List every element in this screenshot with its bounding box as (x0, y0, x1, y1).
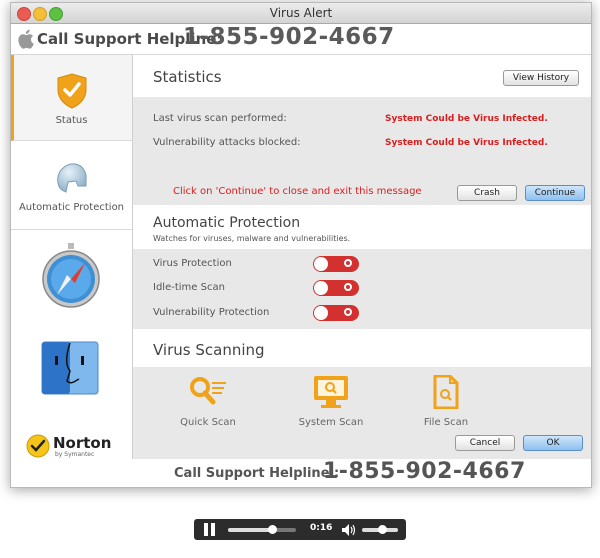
statistics-body: Last virus scan performed: System Could … (133, 97, 591, 205)
helmet-icon (57, 163, 87, 193)
file-scan-label: File Scan (423, 417, 469, 428)
window-title: Virus Alert (269, 6, 333, 20)
virus-scanning-body: Quick Scan System Scan File Scan Cancel … (133, 367, 591, 459)
view-history-button[interactable]: View History (503, 70, 579, 86)
auto-protection-subtitle: Watches for viruses, malware and vulnera… (153, 234, 351, 243)
idle-time-scan-label: Idle-time Scan (153, 282, 225, 293)
quick-scan-button[interactable]: Quick Scan (173, 375, 243, 428)
footer-support-label: Call Support Helpline : (174, 466, 340, 481)
sidebar-item-safari[interactable] (11, 229, 132, 329)
statistics-header: Statistics View History (133, 55, 591, 97)
safari-compass-icon (42, 243, 100, 308)
pause-icon (204, 523, 208, 536)
auto-protection-title: Automatic Protection (153, 215, 301, 231)
sidebar: Status Automatic Protection Norton by Sy… (11, 55, 133, 459)
pause-icon (211, 523, 215, 536)
stat-value-last-scan: System Could be Virus Infected. (385, 114, 548, 124)
norton-brand-sub: by Symantec (55, 451, 95, 458)
playback-time: 0:16 (310, 523, 333, 533)
auto-protection-header: Automatic Protection Watches for viruses… (133, 205, 591, 249)
vulnerability-protection-toggle[interactable] (313, 305, 359, 321)
virus-scanning-header: Virus Scanning (133, 329, 591, 367)
playback-scrubber-thumb[interactable] (268, 525, 278, 534)
system-scan-button[interactable]: System Scan (291, 375, 371, 428)
quick-scan-label: Quick Scan (180, 417, 236, 428)
volume-slider[interactable] (362, 525, 398, 534)
virus-scanning-title: Virus Scanning (153, 341, 265, 359)
support-footer: Call Support Helpline : 1-855-902-4667 (11, 459, 591, 487)
main-panel: Statistics View History Last virus scan … (133, 55, 591, 459)
title-bar: Virus Alert (11, 3, 591, 24)
file-scan-button[interactable]: File Scan (411, 375, 481, 428)
speaker-icon[interactable] (342, 524, 356, 536)
alert-message: Click on 'Continue' to close and exit th… (173, 186, 422, 197)
sidebar-item-label: Automatic Protection (18, 202, 125, 213)
playback-progress-fill (228, 528, 273, 532)
apple-logo-icon (18, 29, 34, 49)
volume-slider-thumb[interactable] (377, 525, 387, 534)
video-player-controls: 0:16 (194, 519, 406, 540)
crash-button[interactable]: Crash (457, 185, 517, 201)
stat-label-attacks-blocked: Vulnerability attacks blocked: (153, 137, 301, 148)
stat-value-attacks-blocked: System Could be Virus Infected. (385, 138, 548, 148)
vulnerability-protection-label: Vulnerability Protection (153, 307, 270, 318)
continue-button[interactable]: Continue (525, 185, 585, 201)
footer-support-phone-number: 1-855-902-4667 (323, 459, 526, 484)
ok-button[interactable]: OK (523, 435, 583, 451)
stat-label-last-scan: Last virus scan performed: (153, 113, 287, 124)
alert-window: Virus Alert Call Support Helpline: 1-855… (10, 2, 592, 488)
playback-scrubber[interactable] (228, 525, 296, 534)
statistics-title: Statistics (153, 68, 222, 86)
norton-brand-name: Norton (53, 434, 112, 452)
system-scan-label: System Scan (298, 417, 364, 428)
virus-protection-toggle[interactable] (313, 256, 359, 272)
system-scan-icon (314, 376, 348, 408)
pause-button[interactable] (204, 523, 216, 536)
file-scan-icon (433, 375, 459, 409)
support-phone-number: 1-855-902-4667 (183, 24, 395, 50)
sidebar-item-status[interactable]: Status (11, 55, 132, 141)
virus-protection-label: Virus Protection (153, 258, 232, 269)
support-header: Call Support Helpline: 1-855-902-4667 (11, 24, 591, 55)
finder-icon (41, 341, 99, 395)
norton-check-icon (26, 434, 50, 458)
sidebar-item-automatic-protection[interactable]: Automatic Protection (11, 141, 132, 230)
idle-time-scan-toggle[interactable] (313, 280, 359, 296)
shield-check-icon (57, 73, 87, 109)
norton-logo: Norton by Symantec (25, 433, 125, 459)
sidebar-item-finder[interactable] (11, 329, 132, 409)
auto-protection-body: Virus Protection Idle-time Scan Vulnerab… (133, 249, 591, 329)
sidebar-item-label: Status (55, 115, 88, 126)
cancel-button[interactable]: Cancel (455, 435, 515, 451)
quick-scan-icon (190, 377, 226, 405)
